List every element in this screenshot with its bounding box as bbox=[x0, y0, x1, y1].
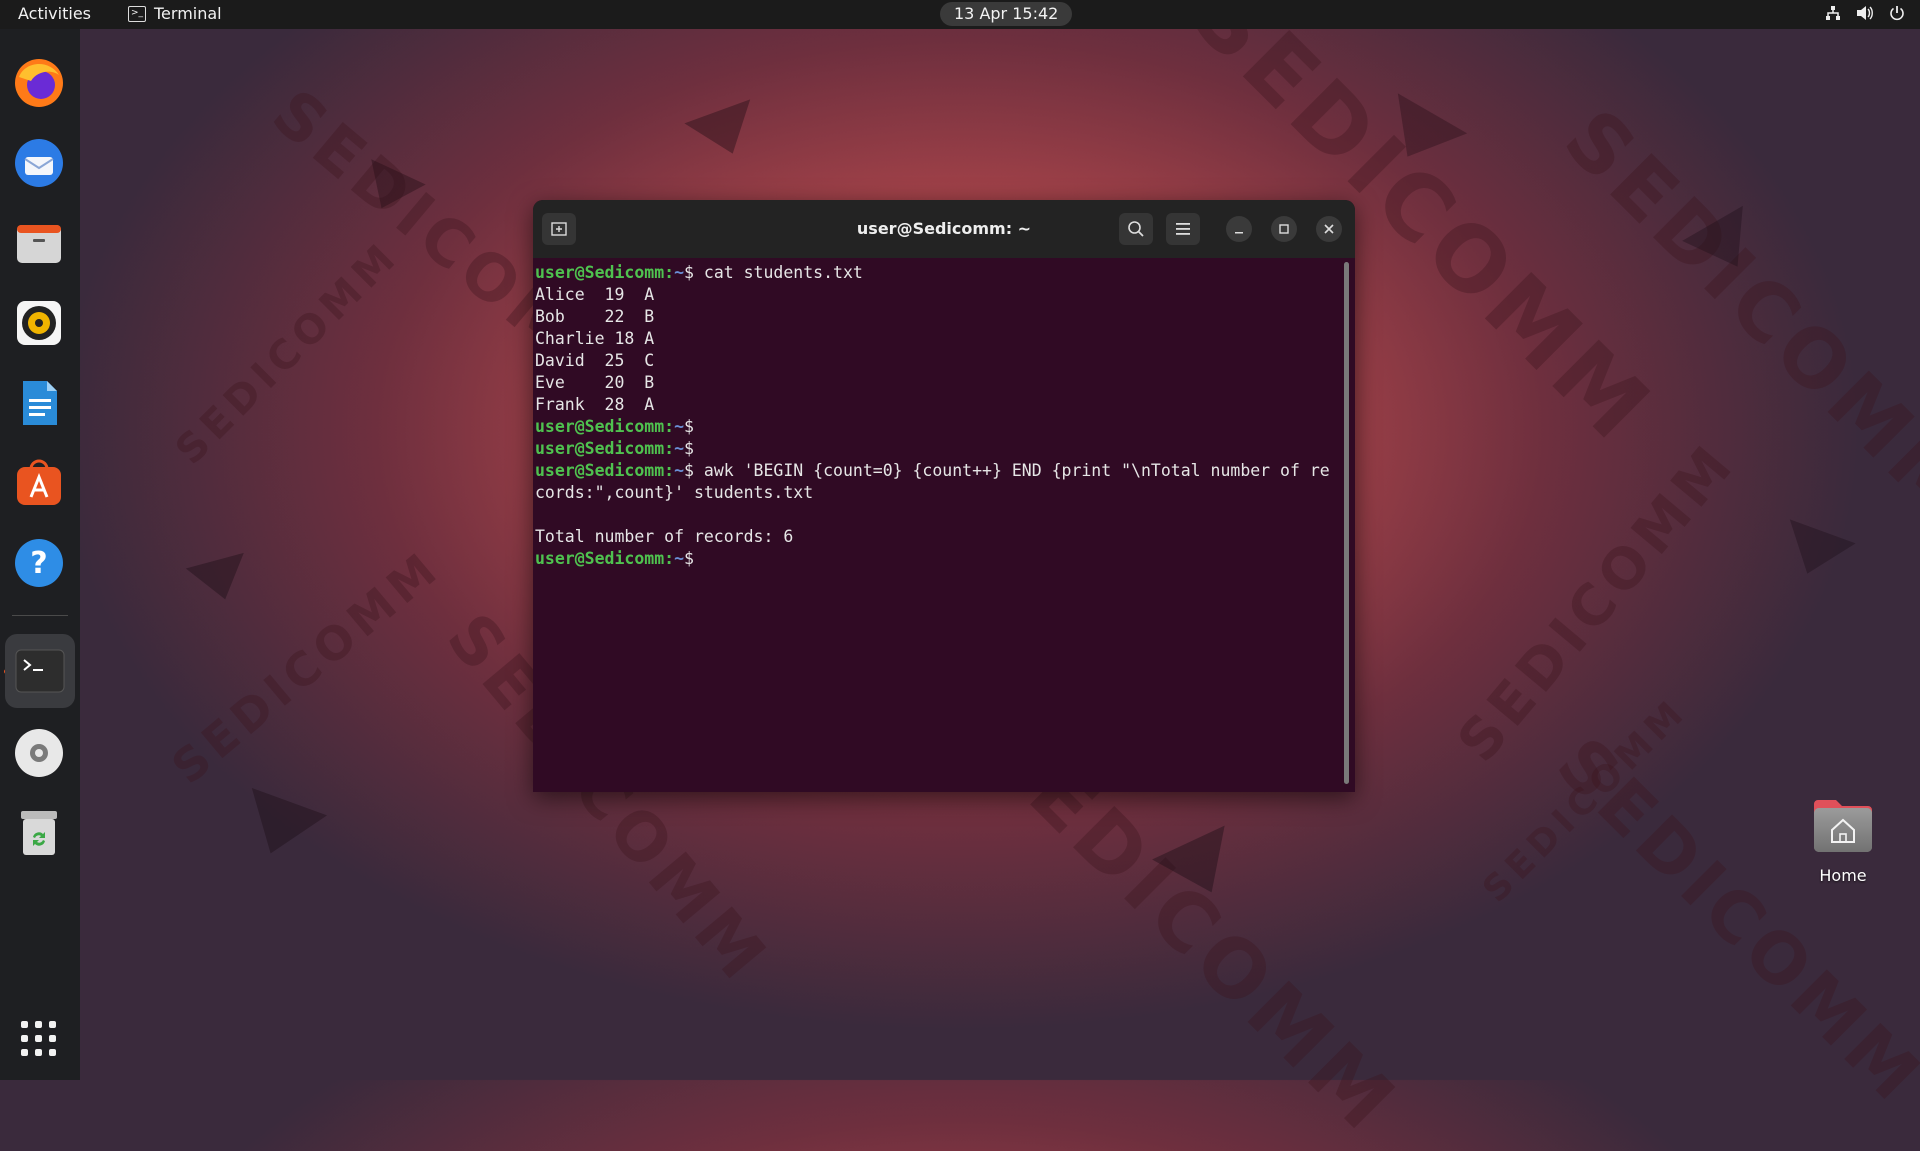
prompt-user: user@Sedicomm: bbox=[535, 263, 675, 282]
desktop-home-folder[interactable]: Home bbox=[1810, 794, 1876, 885]
terminal-line: user@Sedicomm:~$ bbox=[535, 438, 1341, 460]
home-folder-icon bbox=[1812, 794, 1874, 856]
dock-help[interactable]: ? bbox=[11, 535, 67, 591]
terminal-window[interactable]: user@Sedicomm: ~ user@Sedicomm:~$ cat st… bbox=[533, 200, 1355, 792]
terminal-line: user@Sedicomm:~$ awk 'BEGIN {count=0} {c… bbox=[535, 460, 1341, 482]
terminal-line: Frank 28 A bbox=[535, 395, 655, 414]
volume-icon[interactable] bbox=[1856, 4, 1874, 22]
firefox-icon bbox=[15, 59, 63, 107]
dock-separator bbox=[12, 615, 68, 616]
libreoffice-writer-icon bbox=[23, 381, 57, 425]
dock-optical-drive[interactable] bbox=[11, 725, 67, 781]
dock-terminal[interactable] bbox=[5, 634, 75, 708]
app-center-icon bbox=[17, 459, 61, 505]
wallpaper-triangle bbox=[233, 787, 327, 868]
prompt-path: ~ bbox=[674, 417, 685, 436]
terminal-line: Alice 19 A bbox=[535, 285, 655, 304]
terminal-line: user@Sedicomm:~$ cat students.txt bbox=[535, 262, 1341, 284]
activities-button[interactable]: Activities bbox=[18, 4, 91, 23]
terminal-line: user@Sedicomm:~$ bbox=[535, 548, 1341, 570]
help-icon: ? bbox=[15, 539, 63, 587]
prompt-user: user@Sedicomm: bbox=[535, 439, 675, 458]
dock-files[interactable] bbox=[11, 215, 67, 271]
prompt-symbol: $ bbox=[684, 439, 694, 458]
prompt-symbol: $ bbox=[684, 263, 694, 282]
search-icon bbox=[1128, 221, 1144, 237]
app-menu[interactable]: >_ Terminal bbox=[128, 4, 222, 23]
dock-trash[interactable] bbox=[11, 805, 67, 861]
terminal-app-icon: >_ bbox=[128, 5, 146, 22]
optical-disc-icon bbox=[15, 729, 63, 777]
wallpaper-triangle bbox=[185, 552, 255, 608]
minimize-button[interactable] bbox=[1226, 216, 1252, 242]
clock[interactable]: 13 Apr 15:42 bbox=[940, 2, 1073, 26]
minimize-icon bbox=[1235, 232, 1243, 234]
terminal-command: cat students.txt bbox=[693, 263, 863, 282]
prompt-path: ~ bbox=[674, 549, 685, 568]
network-icon[interactable] bbox=[1824, 4, 1842, 22]
maximize-icon bbox=[1279, 224, 1289, 234]
terminal-cursor bbox=[694, 549, 703, 567]
dock-show-apps[interactable] bbox=[11, 1011, 67, 1067]
prompt-path: ~ bbox=[674, 461, 685, 480]
dock-app-center[interactable] bbox=[11, 455, 67, 511]
search-button[interactable] bbox=[1119, 213, 1153, 245]
prompt-symbol: $ bbox=[684, 549, 694, 568]
system-tray[interactable] bbox=[1824, 4, 1906, 22]
trash-icon bbox=[21, 811, 57, 855]
maximize-button[interactable] bbox=[1271, 216, 1297, 242]
files-icon bbox=[17, 225, 61, 263]
close-icon bbox=[1324, 224, 1334, 234]
terminal-line: David 25 C bbox=[535, 351, 655, 370]
svg-text:?: ? bbox=[30, 546, 47, 581]
hamburger-menu-icon bbox=[1176, 223, 1190, 235]
dock-writer[interactable] bbox=[11, 375, 67, 431]
terminal-headerbar[interactable]: user@Sedicomm: ~ bbox=[533, 200, 1355, 258]
terminal-command: awk 'BEGIN {count=0} {count++} END {prin… bbox=[693, 461, 1330, 480]
close-button[interactable] bbox=[1316, 216, 1342, 242]
wallpaper-triangle bbox=[1774, 519, 1856, 586]
prompt-path: ~ bbox=[674, 263, 685, 282]
dock-firefox[interactable] bbox=[11, 55, 67, 111]
menu-button[interactable] bbox=[1166, 213, 1200, 245]
prompt-user: user@Sedicomm: bbox=[535, 549, 675, 568]
top-bar: Activities >_ Terminal 13 Apr 15:42 bbox=[0, 0, 1920, 29]
terminal-line: Bob 22 B bbox=[535, 307, 655, 326]
prompt-symbol: $ bbox=[684, 417, 694, 436]
wallpaper-triangle bbox=[684, 99, 766, 166]
rhythmbox-icon bbox=[17, 301, 61, 345]
prompt-user: user@Sedicomm: bbox=[535, 417, 675, 436]
terminal-icon bbox=[15, 649, 65, 693]
prompt-symbol: $ bbox=[684, 461, 694, 480]
wallpaper-watermark: SEDICOMM bbox=[166, 232, 409, 474]
terminal-line: cords:",count}' students.txt bbox=[535, 483, 814, 502]
power-icon[interactable] bbox=[1888, 4, 1906, 22]
dock: ? bbox=[0, 29, 80, 1080]
prompt-path: ~ bbox=[674, 439, 685, 458]
dock-rhythmbox[interactable] bbox=[11, 295, 67, 351]
terminal-output[interactable]: user@Sedicomm:~$ cat students.txt Alice … bbox=[533, 258, 1341, 792]
show-apps-icon bbox=[21, 1021, 56, 1056]
dock-thunderbird[interactable] bbox=[11, 135, 67, 191]
terminal-line: Charlie 18 A bbox=[535, 329, 655, 348]
thunderbird-icon bbox=[15, 139, 63, 187]
terminal-line: Eve 20 B bbox=[535, 373, 655, 392]
app-menu-label: Terminal bbox=[154, 4, 222, 23]
prompt-user: user@Sedicomm: bbox=[535, 461, 675, 480]
terminal-scrollbar[interactable] bbox=[1344, 262, 1349, 784]
home-folder-label: Home bbox=[1819, 866, 1867, 885]
terminal-line: user@Sedicomm:~$ bbox=[535, 416, 1341, 438]
terminal-line: Total number of records: 6 bbox=[535, 527, 794, 546]
